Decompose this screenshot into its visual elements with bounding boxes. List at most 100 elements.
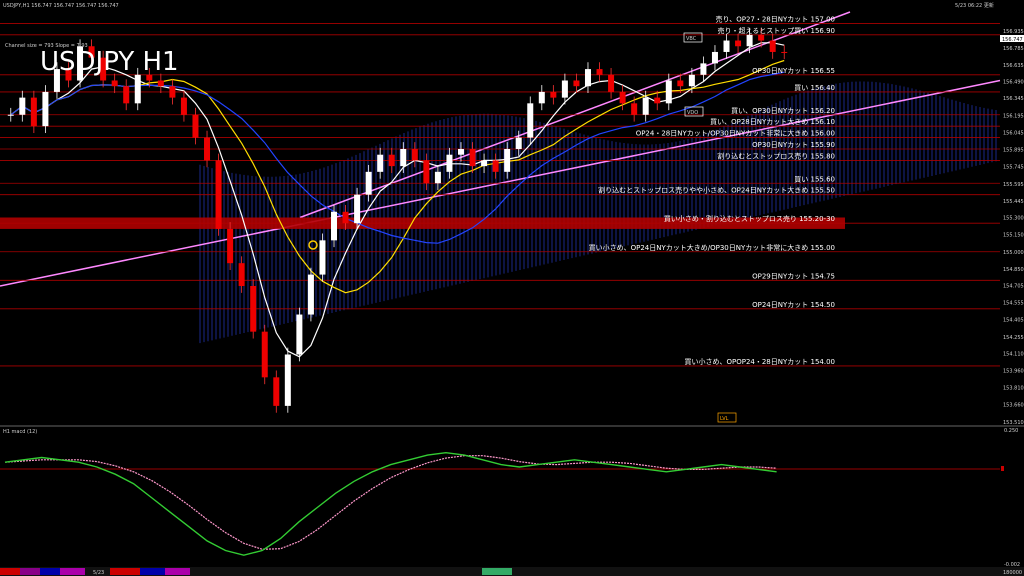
candle-body xyxy=(515,137,522,149)
candle-body xyxy=(677,80,684,87)
candle-body xyxy=(400,149,407,167)
candle-body xyxy=(723,40,730,52)
y-tick-label: 156.195 xyxy=(1003,113,1024,119)
candle-body xyxy=(331,211,338,241)
level-label: 買い小さめ、OPOP24・28日NYカット 154.00 xyxy=(684,357,835,366)
macd-signal-line xyxy=(4,455,777,550)
y-tick-label: 155.445 xyxy=(1003,199,1024,205)
candle-body xyxy=(619,91,626,104)
candle-body xyxy=(354,194,361,224)
candle-body xyxy=(769,40,776,52)
y-tick-label: 156.345 xyxy=(1003,96,1024,102)
chart-title: USDJPY H1 xyxy=(40,47,179,77)
header-bar xyxy=(0,0,1024,9)
level-label: OP24日NYカット 154.50 xyxy=(752,301,835,309)
candle-body xyxy=(711,51,718,64)
candle-body xyxy=(596,69,603,75)
candle-body xyxy=(492,160,499,172)
y-tick-label: 155.595 xyxy=(1003,182,1024,188)
vdo-label: VDO xyxy=(687,110,698,116)
lvl-label: LVL xyxy=(720,416,729,422)
candle-body xyxy=(504,149,511,172)
level-label: 買い、OP28日NYカット大きめ 156.10 xyxy=(710,117,835,126)
candle-body xyxy=(550,91,557,98)
price-axis: 156.935 156.785 156.635 156.490 156.345 156.1… xyxy=(1003,29,1024,426)
y-tick-label: 154.705 xyxy=(1003,283,1024,289)
candle-body xyxy=(573,80,580,87)
y-tick-label: 153.960 xyxy=(1003,368,1024,374)
candle-body xyxy=(192,114,199,138)
candle-body xyxy=(457,149,464,155)
candle-body xyxy=(204,137,211,161)
candle-body xyxy=(469,149,476,167)
macd-zero-marker xyxy=(1001,466,1004,471)
level-label: 買い小さめ、OP24日NYカット大きめ/OP30日NYカット非常に大きめ 155… xyxy=(589,243,835,252)
y-tick-label: 154.405 xyxy=(1003,318,1024,324)
y-tick-label: 155.000 xyxy=(1003,250,1024,256)
y-tick-label: 155.895 xyxy=(1003,148,1024,154)
candle-body xyxy=(319,240,326,275)
vbc-label: VBC xyxy=(686,36,697,42)
candle-body xyxy=(307,274,314,315)
price-panel[interactable]: 売り、OP27・28日NYカット 157.00 売り・超えるとストップ買い 156… xyxy=(0,10,1001,425)
macd-panel[interactable]: H1 macd (12) 0.250 -0.002 xyxy=(0,428,1020,568)
level-label: OP30日NYカット 156.55 xyxy=(752,67,835,75)
y-tick-label: 155.150 xyxy=(1003,233,1024,239)
y-tick-label: 156.045 xyxy=(1003,130,1024,136)
footer-date: 5/23 xyxy=(93,570,104,576)
y-tick-label: 156.490 xyxy=(1003,80,1024,86)
candle-body xyxy=(423,160,430,184)
candle-body xyxy=(584,69,591,87)
y-tick-label: 153.510 xyxy=(1003,420,1024,426)
candle-body xyxy=(688,74,695,87)
symbol-info: USDJPY,H1 156.747 156.747 156.747 156.74… xyxy=(3,3,119,9)
level-label: 買い 155.60 xyxy=(794,175,835,183)
candle-body xyxy=(157,80,164,87)
y-tick-label: 153.660 xyxy=(1003,403,1024,409)
candle-body xyxy=(758,34,765,41)
level-label: 売り、OP27・28日NYカット 157.00 xyxy=(716,14,836,23)
footer-bar: 5/23 180000 xyxy=(0,567,1024,576)
candle-body xyxy=(561,80,568,98)
footer-right: 180000 xyxy=(1003,570,1022,576)
candle-body xyxy=(123,86,130,104)
usdjpy-chart: USDJPY,H1 156.747 156.747 156.747 156.74… xyxy=(0,0,1024,576)
level-label: 買い小さめ・割り込むとストップロス売り 155.20-30 xyxy=(664,214,835,223)
level-label: 割り込むとストップロス売りやや小さめ、OP24日NYカット大きめ 155.50 xyxy=(598,186,835,195)
candle-body xyxy=(342,211,349,224)
candle-body xyxy=(434,171,441,184)
level-label: 買い 156.40 xyxy=(794,84,835,92)
candle-body xyxy=(111,80,118,87)
candle-body xyxy=(781,51,788,53)
level-label: OP30日NYカット 155.90 xyxy=(752,141,835,149)
level-label: 割り込むとストップロス売り 155.80 xyxy=(717,151,835,160)
candle-body xyxy=(30,97,37,127)
candle-body xyxy=(296,314,303,355)
level-label: OP24・28日NYカット/OP30日NYカット非常に大きめ 156.00 xyxy=(636,129,835,138)
candle-body xyxy=(642,97,649,115)
y-tick-label: 156.935 xyxy=(1003,29,1024,35)
y-tick-label: 156.785 xyxy=(1003,46,1024,52)
candle-body xyxy=(7,114,14,116)
y-tick-label: 155.300 xyxy=(1003,216,1024,222)
candle-body xyxy=(735,40,742,47)
candle-body xyxy=(527,103,534,138)
candle-body xyxy=(446,154,453,172)
candle-body xyxy=(411,149,418,161)
candle-body xyxy=(273,377,280,406)
macd-top-tick: 0.250 xyxy=(1004,428,1018,434)
y-tick-label: 154.110 xyxy=(1003,351,1024,357)
candle-body xyxy=(388,154,395,167)
datetime-label: 5/23 06:22 更新 xyxy=(955,2,994,9)
channel-info: Channel size = 793 Slope = 7.93 xyxy=(5,43,88,49)
candle-body xyxy=(261,331,268,378)
candle-body xyxy=(134,74,141,104)
current-price-text: 156.747 xyxy=(1002,37,1023,43)
candle-body xyxy=(538,91,545,104)
candle-body xyxy=(365,171,372,195)
y-tick-label: 154.255 xyxy=(1003,335,1024,341)
y-tick-label: 155.745 xyxy=(1003,165,1024,171)
level-label: 売り・超えるとストップ買い 156.90 xyxy=(717,26,835,35)
candle-body xyxy=(631,103,638,115)
candle-body xyxy=(250,286,257,332)
